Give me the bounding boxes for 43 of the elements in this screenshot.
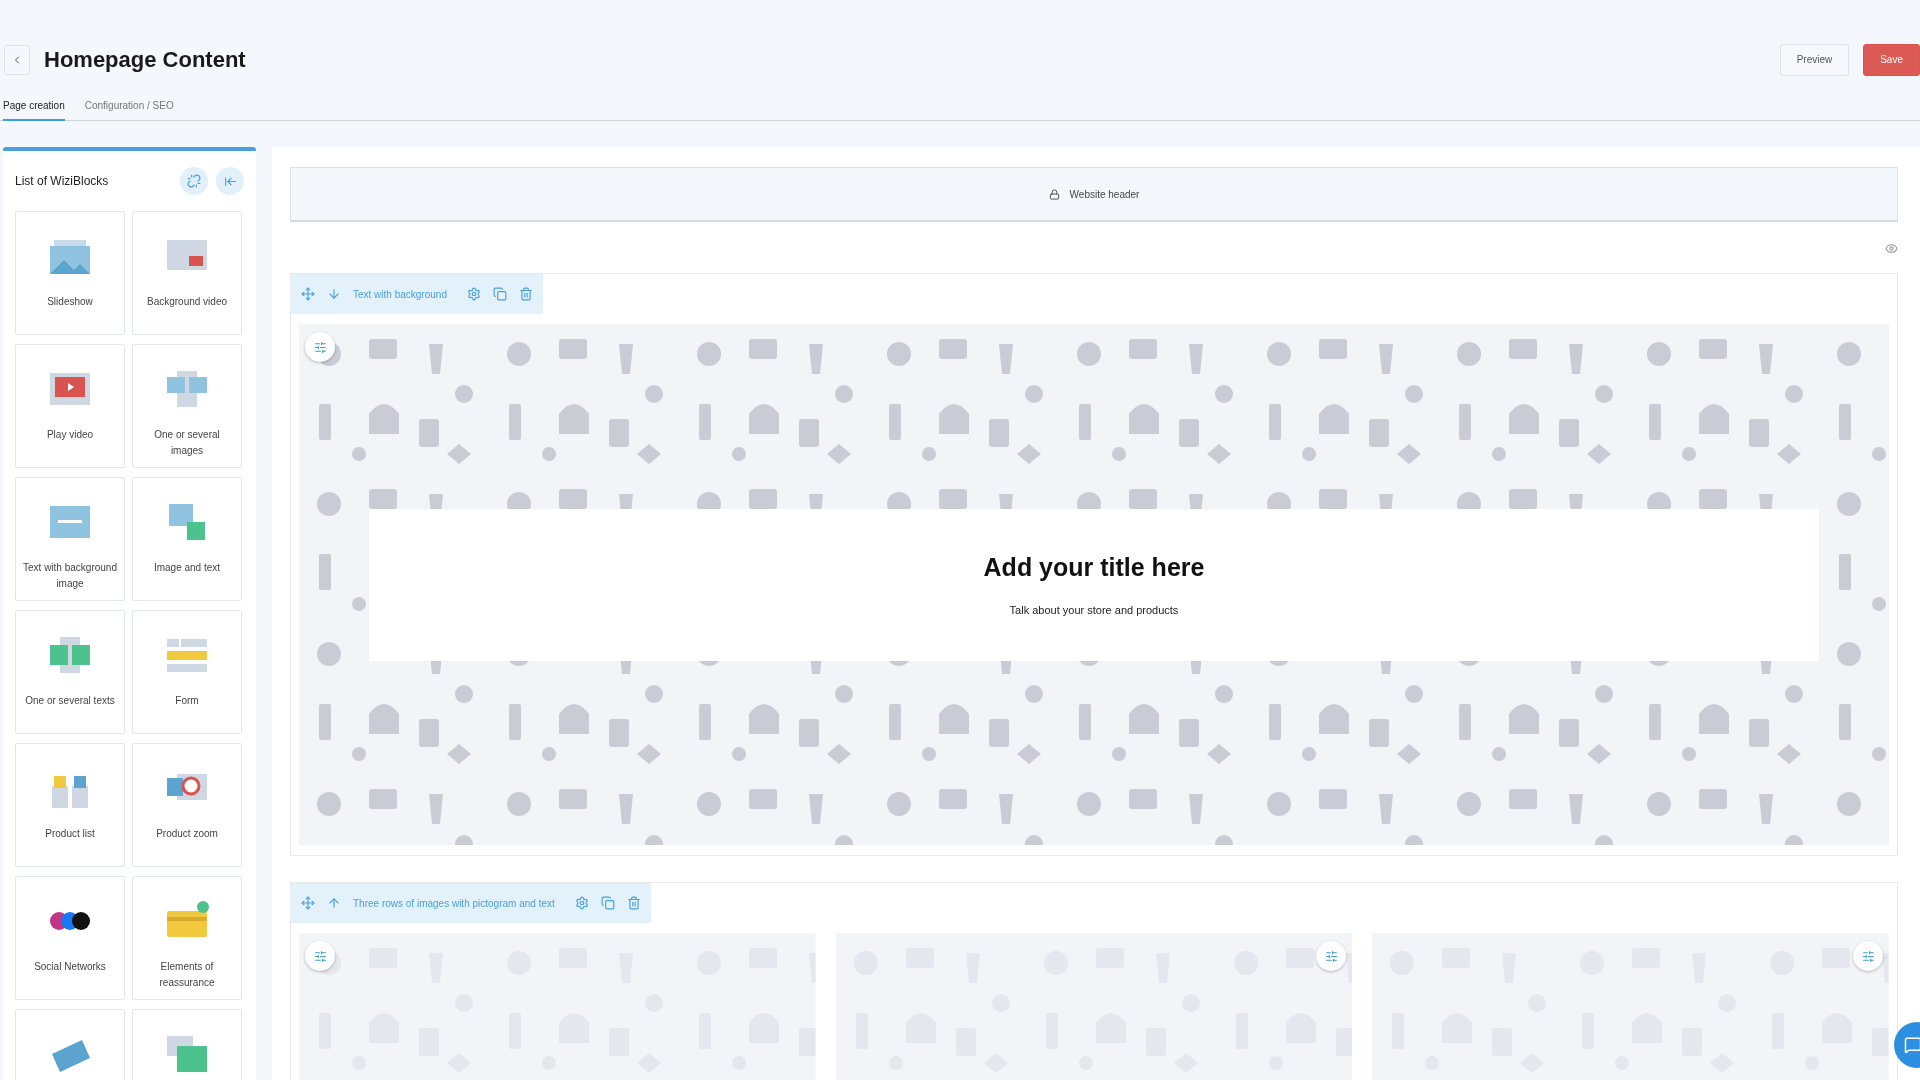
sidebar-title: List of WiziBlocks — [15, 174, 110, 188]
copy-icon[interactable] — [600, 896, 615, 910]
block-card[interactable]: Product zoom — [132, 743, 242, 867]
sliders-icon — [313, 949, 327, 963]
collapse-button[interactable] — [216, 167, 244, 195]
settings-icon[interactable] — [574, 896, 589, 910]
eye-icon[interactable] — [1885, 242, 1898, 255]
preview-button[interactable]: Preview — [1779, 43, 1850, 76]
trash-icon[interactable] — [626, 896, 641, 910]
block-card[interactable]: Form — [132, 610, 242, 734]
page-title: Homepage Content — [44, 46, 247, 73]
block-card[interactable]: One or several texts — [15, 610, 125, 734]
block-card[interactable]: Background video — [132, 211, 242, 335]
trash-icon[interactable] — [518, 287, 533, 301]
move-icon[interactable] — [301, 287, 315, 301]
block-card[interactable]: Play video — [15, 344, 125, 468]
block-card[interactable]: Slideshow — [15, 211, 125, 335]
sliders-icon — [1861, 949, 1875, 963]
arrow-up-icon[interactable] — [327, 896, 341, 910]
move-icon[interactable] — [301, 896, 315, 910]
copy-icon[interactable] — [492, 287, 507, 301]
block-card[interactable]: Image and text — [132, 477, 242, 601]
block-name: Three rows of images with pictogram and text — [353, 897, 555, 909]
block-card[interactable]: One or several images — [132, 344, 242, 468]
block-title[interactable]: Add your title here — [983, 553, 1205, 582]
settings-icon[interactable] — [466, 287, 481, 301]
block-name: Text with background — [353, 288, 447, 300]
block-card[interactable]: Text with background image — [15, 477, 125, 601]
unlink-button[interactable] — [180, 167, 208, 195]
tab[interactable]: Page creation — [3, 100, 65, 121]
block-card[interactable]: Social Networks — [15, 876, 125, 1000]
block-text[interactable]: Talk about your store and products — [1009, 604, 1179, 616]
block-card[interactable]: Elements of reassurance — [132, 876, 242, 1000]
arrow-left-bar-icon — [223, 174, 237, 188]
sliders-icon — [313, 340, 327, 354]
website-header-label: Website header — [1069, 188, 1140, 200]
block-card[interactable]: Product list — [15, 743, 125, 867]
unlink-icon — [187, 174, 201, 188]
lock-icon — [1048, 188, 1060, 200]
save-button[interactable]: Save — [1863, 43, 1920, 76]
arrow-down-icon[interactable] — [327, 287, 341, 301]
sliders-icon — [1324, 949, 1338, 963]
tab[interactable]: Configuration / SEO — [84, 100, 174, 121]
